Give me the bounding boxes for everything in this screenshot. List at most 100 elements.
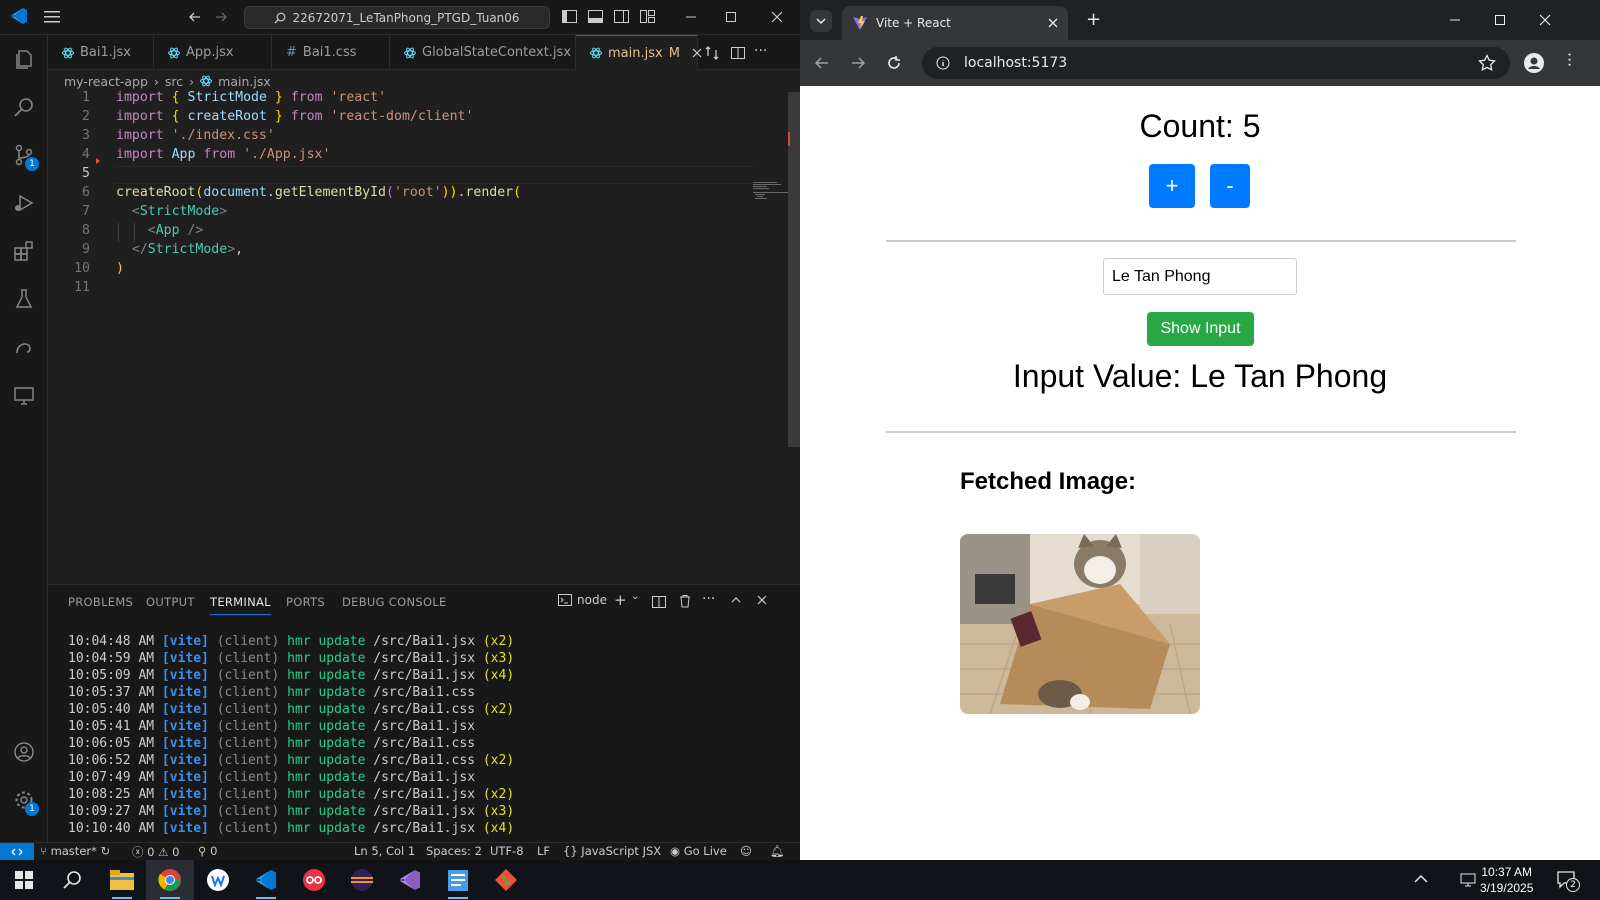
menu-hamburger-icon[interactable] (44, 9, 62, 25)
more-actions-icon[interactable]: ··· (754, 43, 767, 59)
tab-search-icon[interactable] (810, 10, 832, 32)
chrome-taskbar-icon[interactable] (146, 860, 194, 900)
compare-changes-icon[interactable] (704, 45, 720, 61)
maximize-icon[interactable] (1493, 13, 1507, 27)
tab-bai1-css[interactable]: # Bai1.css (272, 35, 390, 70)
media-app-icon[interactable] (290, 860, 338, 900)
cursor-position[interactable]: Ln 5, Col 1 (354, 844, 415, 858)
minimize-icon[interactable] (684, 10, 698, 24)
tab-output[interactable]: OUTPUT (146, 595, 195, 609)
name-input[interactable] (1103, 258, 1297, 295)
notification-center-icon[interactable]: 2 (1556, 870, 1580, 892)
minimize-icon[interactable] (1448, 13, 1462, 27)
tab-label: main.jsx (608, 45, 663, 61)
chrome-window: Vite + React + localhost:5173 ··· Count:… (800, 0, 1600, 860)
go-live-button[interactable]: ◉ Go Live (670, 844, 727, 858)
close-panel-icon[interactable] (756, 594, 768, 606)
tab-terminal[interactable]: TERMINAL (210, 595, 271, 615)
remote-indicator-icon[interactable] (0, 843, 34, 861)
customize-layout-icon[interactable] (640, 10, 656, 24)
command-center-search[interactable]: 22672071_LeTanPhong_PTGD_Tuan06 (244, 6, 550, 29)
visual-studio-icon[interactable] (386, 860, 434, 900)
source-control-icon[interactable]: 1 (0, 131, 48, 179)
trash-icon[interactable] (678, 594, 692, 608)
browser-tab[interactable]: Vite + React (842, 6, 1068, 40)
windows-start-icon[interactable] (0, 860, 48, 900)
tab-main-jsx[interactable]: main.jsx M (576, 35, 702, 70)
terminal-line: 10:05:09 AM [vite] (client) hmr update /… (68, 668, 515, 683)
system-clock[interactable]: 10:37 AM 3/19/2025 (1480, 864, 1533, 896)
show-hidden-icons-chevron-icon[interactable] (1414, 874, 1428, 884)
encoding-status[interactable]: UTF-8 (490, 844, 524, 858)
breadcrumb-item[interactable]: src (165, 74, 183, 89)
toggle-secondary-sidebar-icon[interactable] (614, 10, 630, 24)
nav-back-icon[interactable] (188, 10, 202, 24)
tab-bai1-jsx[interactable]: Bai1.jsx (48, 35, 154, 70)
remote-explorer-icon[interactable] (0, 323, 48, 371)
search-view-icon[interactable] (0, 83, 48, 131)
network-icon[interactable] (1460, 872, 1478, 888)
decrement-button[interactable]: - (1210, 164, 1250, 208)
nav-forward-icon[interactable] (214, 10, 228, 24)
terminal-line: 10:04:48 AM [vite] (client) hmr update /… (68, 634, 515, 649)
tab-app-jsx[interactable]: App.jsx (154, 35, 272, 70)
tab-problems[interactable]: PROBLEMS (68, 595, 133, 609)
live-share-icon[interactable] (0, 371, 48, 419)
split-editor-icon[interactable] (730, 45, 746, 61)
language-mode[interactable]: {} JavaScript JSX (563, 844, 661, 858)
run-debug-icon[interactable] (0, 179, 48, 227)
forward-icon[interactable] (850, 55, 866, 71)
git-app-icon[interactable] (482, 860, 530, 900)
toggle-sidebar-icon[interactable] (562, 10, 578, 24)
testing-icon[interactable] (0, 275, 48, 323)
maximize-icon[interactable] (724, 10, 738, 24)
terminal-line: 10:06:52 AM [vite] (client) hmr update /… (68, 753, 515, 768)
chevron-down-icon[interactable]: ⌄ (631, 591, 639, 602)
back-icon[interactable] (814, 55, 830, 71)
ports-status[interactable]: ⚲ 0 (198, 844, 217, 858)
writer-app-icon[interactable] (194, 860, 242, 900)
breadcrumb-item[interactable]: my-react-app (64, 74, 148, 89)
address-bar[interactable]: localhost:5173 (922, 47, 1510, 79)
notifications-bell-icon[interactable]: 🔔︎ (770, 844, 785, 858)
more-actions-icon[interactable]: ··· (702, 591, 715, 607)
accounts-icon[interactable] (0, 728, 48, 776)
close-icon[interactable] (770, 10, 784, 24)
copilot-icon[interactable]: ☺ (740, 844, 752, 858)
branch-status[interactable]: ⑂ master* ↻ (40, 844, 110, 858)
split-terminal-icon[interactable] (652, 595, 666, 609)
file-explorer-icon[interactable] (98, 860, 146, 900)
toggle-panel-icon[interactable] (588, 10, 604, 24)
chrome-menu-icon[interactable]: ··· (1560, 52, 1579, 67)
terminal-output[interactable]: 10:04:48 AM [vite] (client) hmr update /… (68, 633, 514, 837)
reload-icon[interactable] (886, 55, 902, 71)
editor-scrollbar[interactable] (788, 92, 800, 447)
eol-status[interactable]: LF (537, 844, 550, 858)
tab-ports[interactable]: PORTS (286, 595, 325, 609)
explorer-icon[interactable] (0, 35, 48, 83)
tab-globalstatecontext-jsx[interactable]: GlobalStateContext.jsx (390, 35, 576, 70)
taskbar-search-icon[interactable] (48, 860, 96, 900)
increment-button[interactable]: + (1149, 164, 1195, 208)
profile-avatar-icon[interactable] (1524, 53, 1544, 73)
bookmark-star-icon[interactable] (1478, 54, 1496, 72)
close-icon[interactable] (1538, 13, 1552, 27)
tab-debug-console[interactable]: DEBUG CONSOLE (342, 595, 447, 609)
tab-close-icon[interactable] (1048, 18, 1058, 28)
vscode-taskbar-icon[interactable] (242, 860, 290, 900)
show-input-button[interactable]: Show Input (1147, 312, 1254, 346)
maximize-panel-icon[interactable] (730, 594, 742, 606)
terminal-selector[interactable]: node (558, 593, 607, 607)
settings-gear-icon[interactable]: 1 (0, 776, 48, 824)
site-info-icon[interactable] (936, 56, 950, 70)
indentation-status[interactable]: Spaces: 2 (426, 844, 482, 858)
eclipse-app-icon[interactable] (338, 860, 386, 900)
extensions-icon[interactable] (0, 227, 48, 275)
code-editor[interactable]: 1 2 3 4 5 6 7 8 9 10 11 import { StrictM… (48, 90, 793, 580)
new-tab-icon[interactable]: + (1086, 9, 1101, 30)
breadcrumb-item[interactable]: main.jsx (218, 74, 271, 89)
problems-status[interactable]: ⓧ 0 ⚠ 0 (132, 844, 179, 860)
notepad-app-icon[interactable] (434, 860, 482, 900)
new-terminal-icon[interactable]: + (614, 591, 627, 609)
tab-close-icon[interactable] (692, 48, 702, 58)
